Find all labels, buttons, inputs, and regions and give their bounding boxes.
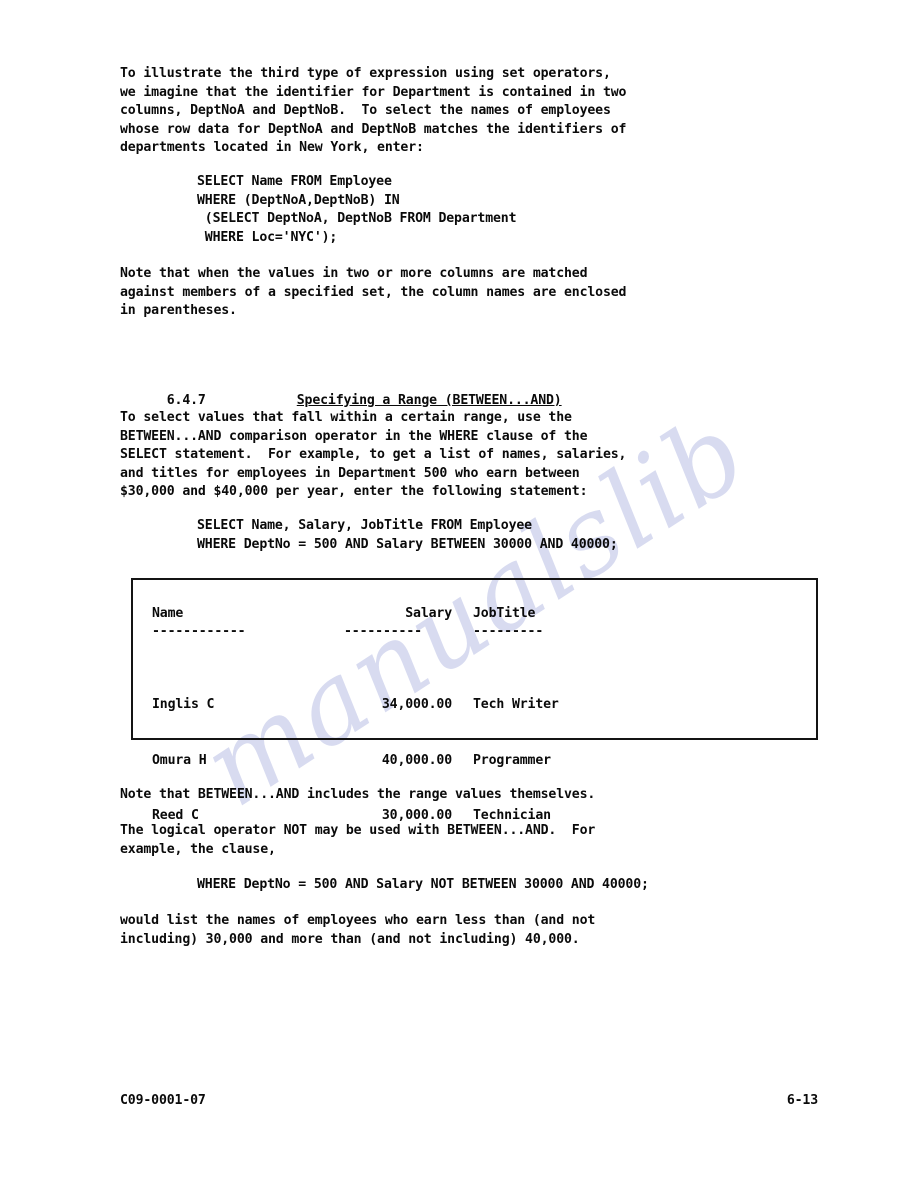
cell-salary: 34,000.00 — [381, 697, 452, 712]
paragraph-not-between: The logical operator NOT may be used wit… — [120, 823, 596, 857]
result-header-salary: Salary — [405, 606, 452, 621]
result-table-header-row: Name Salary JobTitle — [152, 605, 633, 624]
cell-jobtitle: Programmer — [473, 752, 551, 768]
result-rule-jobtitle: --------- — [473, 624, 544, 639]
paragraph-intro-set-operators: To illustrate the third type of expressi… — [120, 66, 627, 155]
cell-salary: 40,000.00 — [381, 752, 452, 768]
code-block-not-between: WHERE DeptNo = 500 AND Salary NOT BETWEE… — [197, 877, 649, 892]
table-row: Inglis C 34,000.00 Tech Writer — [152, 696, 633, 715]
section-title: Specifying a Range (BETWEEN...AND) — [296, 392, 562, 408]
result-table-rule-row: ------------ ---------- --------- — [152, 623, 633, 642]
cell-jobtitle: Tech Writer — [473, 697, 559, 712]
cell-name: Inglis C — [152, 697, 215, 712]
table-row: Omura H 40,000.00 Programmer — [152, 752, 633, 771]
paragraph-note-parentheses: Note that when the values in two or more… — [120, 266, 627, 318]
paragraph-between-and-description: To select values that fall within a cert… — [120, 410, 627, 499]
result-rule-salary: ---------- — [344, 624, 422, 639]
code-block-select-between: SELECT Name, Salary, JobTitle FROM Emplo… — [197, 518, 618, 552]
cell-name: Omura H — [152, 752, 207, 768]
paragraph-not-between-result: would list the names of employees who ea… — [120, 913, 596, 947]
section-number: 6.4.7 — [166, 392, 206, 408]
result-header-jobtitle: JobTitle — [473, 606, 536, 621]
result-header-name: Name — [152, 606, 184, 621]
footer-document-number: C09-0001-07 — [120, 1093, 206, 1108]
result-rule-name: ------------ — [152, 624, 246, 639]
paragraph-note-inclusive-range: Note that BETWEEN...AND includes the ran… — [120, 787, 596, 802]
footer-page-number: 6-13 — [786, 1093, 818, 1108]
document-page: manualslib To illustrate the third type … — [0, 0, 918, 1188]
code-block-select-in: SELECT Name FROM Employee WHERE (DeptNoA… — [197, 174, 517, 245]
